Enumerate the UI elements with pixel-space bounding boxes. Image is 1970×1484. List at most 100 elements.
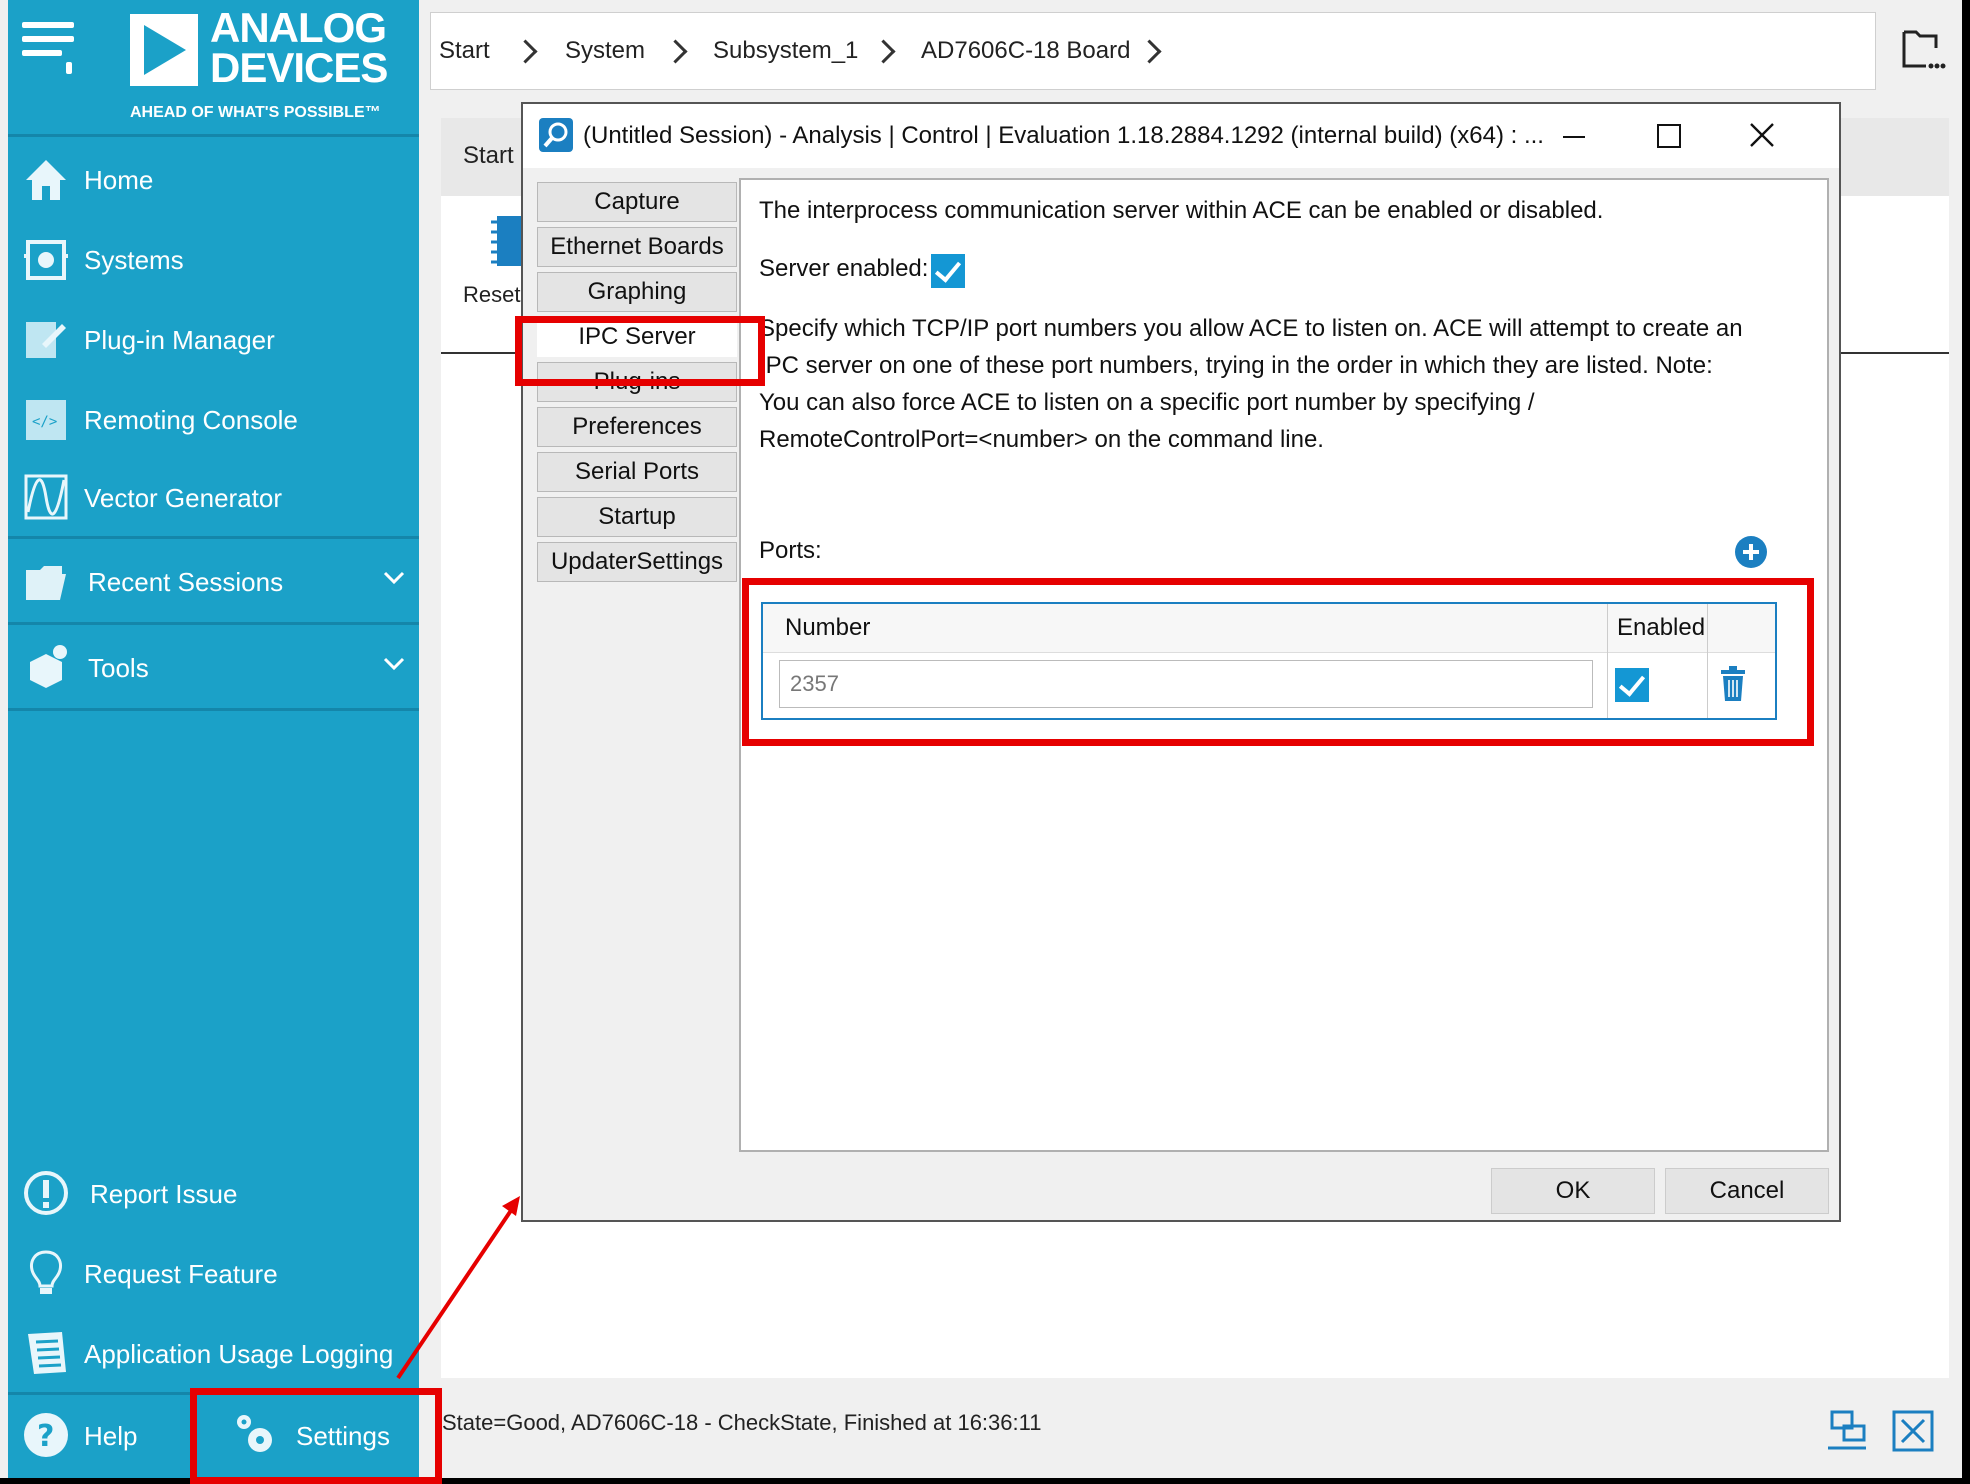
maximize-icon	[1657, 124, 1681, 148]
systems-icon	[24, 240, 68, 280]
tab-graphing[interactable]: Graphing	[537, 272, 737, 312]
chevron-down-icon[interactable]	[383, 652, 405, 674]
svg-text:</>: </>	[32, 414, 57, 430]
plugin-manager-icon	[26, 322, 66, 358]
status-bar: State=Good, AD7606C-18 - CheckState, Fin…	[430, 1386, 1962, 1478]
tab-start[interactable]: Start	[463, 142, 514, 170]
sidebar-item-label: Home	[84, 165, 154, 195]
tab-startup[interactable]: Startup	[537, 497, 737, 537]
tab-serial-ports[interactable]: Serial Ports	[537, 452, 737, 492]
ok-button[interactable]: OK	[1491, 1168, 1655, 1214]
logo-triangle-icon	[130, 14, 198, 86]
column-divider	[1607, 604, 1608, 718]
sidebar-item-help[interactable]: ? Help	[8, 1396, 168, 1476]
sidebar-item-label: Application Usage Logging	[84, 1339, 394, 1369]
sidebar-item-recent-sessions[interactable]: Recent Sessions	[8, 542, 419, 622]
network-icon[interactable]	[1824, 1408, 1870, 1454]
tab-ipc-server[interactable]: IPC Server	[537, 317, 737, 357]
description-line-2: IPC server on one of these port numbers,…	[759, 352, 1713, 379]
ipc-intro-text: The interprocess communication server wi…	[759, 197, 1604, 224]
port-enabled-checkbox[interactable]	[1615, 668, 1649, 702]
column-divider	[1707, 604, 1708, 718]
server-enabled-label: Server enabled:	[759, 255, 929, 282]
sidebar-item-label: Settings	[296, 1421, 390, 1451]
sidebar-item-label: Recent Sessions	[88, 567, 284, 597]
reset-button-label[interactable]: Reset	[463, 282, 520, 308]
nav-divider	[8, 1392, 419, 1395]
sidebar-item-label: Plug-in Manager	[84, 325, 275, 355]
tools-icon	[30, 645, 67, 688]
sidebar-item-settings[interactable]: Settings	[208, 1396, 408, 1476]
sidebar-item-report-issue[interactable]: Report Issue	[8, 1154, 419, 1234]
close-button[interactable]	[1717, 104, 1807, 168]
ports-label: Ports:	[759, 537, 822, 564]
tab-plug-ins[interactable]: Plug-ins	[537, 362, 737, 402]
description-line-1: Specify which TCP/IP port numbers you al…	[759, 315, 1743, 342]
sidebar-item-vector-generator[interactable]: Vector Generator	[8, 458, 419, 538]
sidebar-item-remoting-console[interactable]: </> Remoting Console	[8, 380, 419, 460]
description-line-4: RemoteControlPort=<number> on the comman…	[759, 426, 1324, 453]
description-line-3: You can also force ACE to listen on a sp…	[759, 389, 1535, 416]
sidebar-item-label: Systems	[84, 245, 184, 275]
ports-grid: Number Enabled 2357	[761, 602, 1777, 720]
dialog-titlebar[interactable]: (Untitled Session) - Analysis | Control …	[523, 104, 1839, 168]
tab-ethernet-boards[interactable]: Ethernet Boards	[537, 227, 737, 267]
sidebar-item-tools[interactable]: Tools	[8, 628, 419, 708]
minimize-icon	[1563, 136, 1585, 138]
tab-updater-settings[interactable]: UpdaterSettings	[537, 542, 737, 582]
sidebar-item-plugin-manager[interactable]: Plug-in Manager	[8, 300, 419, 380]
sidebar-item-label: Help	[84, 1421, 138, 1451]
minimize-button[interactable]	[1529, 104, 1619, 168]
nav-divider	[8, 134, 419, 137]
column-header-enabled: Enabled	[1617, 614, 1706, 641]
tab-capture[interactable]: Capture	[537, 182, 737, 222]
sidebar-item-label: Remoting Console	[84, 405, 298, 435]
remoting-console-icon: </>	[26, 400, 66, 440]
nav-divider	[8, 622, 419, 625]
sidebar-item-request-feature[interactable]: Request Feature	[8, 1234, 419, 1314]
sidebar-item-application-usage-logging[interactable]: Application Usage Logging	[8, 1314, 419, 1394]
gears-icon	[237, 1415, 272, 1452]
svg-text:?: ?	[37, 1419, 54, 1454]
tab-preferences[interactable]: Preferences	[537, 407, 737, 447]
chevron-right-icon	[663, 39, 688, 64]
port-number-input[interactable]: 2357	[779, 660, 1593, 708]
breadcrumb-item-board[interactable]: AD7606C-18 Board	[921, 13, 1130, 89]
brand-name-line1: ANALOG	[210, 4, 387, 51]
server-enabled-checkbox[interactable]	[931, 254, 965, 288]
sidebar-item-label: Tools	[88, 653, 149, 683]
dialog-title: (Untitled Session) - Analysis | Control …	[583, 122, 1544, 149]
chevron-down-icon[interactable]	[383, 566, 405, 588]
sidebar-item-label: Report Issue	[90, 1179, 238, 1209]
exclamation-icon	[24, 1171, 68, 1215]
column-header-number: Number	[785, 614, 871, 641]
close-icon	[1750, 123, 1774, 147]
status-text: State=Good, AD7606C-18 - CheckState, Fin…	[442, 1410, 1042, 1435]
cancel-button[interactable]: Cancel	[1665, 1168, 1829, 1214]
breadcrumb-item-system[interactable]: System	[565, 13, 645, 89]
ace-app-icon	[539, 118, 573, 152]
maximize-button[interactable]	[1623, 104, 1713, 168]
brand-name-line2: DEVICES	[210, 44, 388, 91]
ports-grid-header: Number Enabled	[763, 604, 1775, 653]
hamburger-menu-icon[interactable]	[22, 22, 82, 74]
sidebar: ANALOG DEVICES AHEAD OF WHAT'S POSSIBLE™…	[8, 0, 419, 1478]
breadcrumb-item-start[interactable]: Start	[439, 13, 490, 89]
chevron-right-icon	[513, 39, 538, 64]
chevron-right-icon	[1137, 39, 1162, 64]
lightbulb-icon	[30, 1250, 62, 1294]
trash-icon[interactable]	[1719, 666, 1747, 702]
settings-dialog: (Untitled Session) - Analysis | Control …	[521, 102, 1841, 1222]
help-icon: ?	[24, 1413, 68, 1457]
breadcrumb-item-subsystem[interactable]: Subsystem_1	[713, 13, 858, 89]
add-port-icon[interactable]	[1735, 536, 1767, 568]
folder-icon	[26, 566, 66, 600]
open-folder-icon[interactable]	[1900, 26, 1946, 72]
sidebar-item-label: Request Feature	[84, 1259, 278, 1289]
nav-divider	[8, 536, 419, 539]
fit-view-icon[interactable]	[1890, 1408, 1936, 1454]
sidebar-item-home[interactable]: Home	[8, 140, 419, 220]
ipc-server-panel: The interprocess communication server wi…	[739, 178, 1829, 1152]
sidebar-item-systems[interactable]: Systems	[8, 220, 419, 300]
analog-devices-logo: ANALOG DEVICES AHEAD OF WHAT'S POSSIBLE™	[120, 7, 410, 122]
